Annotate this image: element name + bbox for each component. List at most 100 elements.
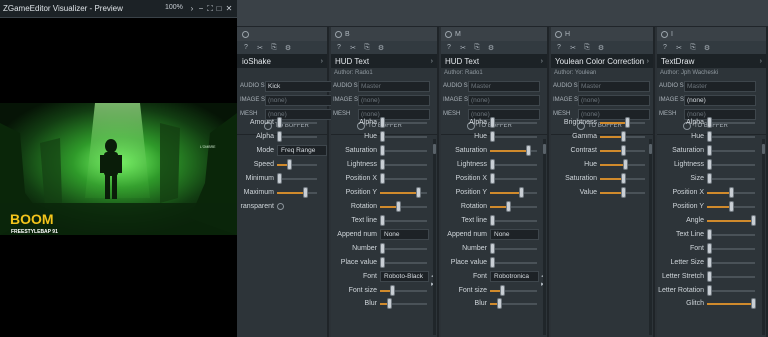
slider-track[interactable] <box>490 164 537 166</box>
slider-knob[interactable] <box>625 117 630 128</box>
panel-enable-toggle[interactable] <box>445 30 452 38</box>
slider-knob[interactable] <box>707 117 712 128</box>
slider-knob[interactable] <box>751 298 756 309</box>
slider-knob[interactable] <box>380 257 385 268</box>
slider-knob[interactable] <box>387 298 392 309</box>
slider-knob[interactable] <box>707 271 712 282</box>
slider-knob[interactable] <box>707 229 712 240</box>
settings-icon[interactable]: ⚙ <box>703 44 711 52</box>
copy-icon[interactable]: ⎘ <box>689 44 697 52</box>
slider-knob[interactable] <box>277 117 282 128</box>
help-icon[interactable]: ? <box>242 44 250 51</box>
scrollbar-thumb[interactable] <box>762 144 765 154</box>
slider-track[interactable] <box>277 178 317 180</box>
audio-src-select[interactable]: Master <box>684 80 756 92</box>
slider-knob[interactable] <box>497 298 502 309</box>
slider-knob[interactable] <box>500 285 505 296</box>
effect-selector[interactable]: TextDraw › <box>657 54 766 68</box>
effect-selector[interactable]: Youlean Color Correction › <box>551 54 653 68</box>
slider-track[interactable] <box>380 150 427 152</box>
slider-knob[interactable] <box>707 145 712 156</box>
slider-knob[interactable] <box>490 173 495 184</box>
slider-knob[interactable] <box>707 173 712 184</box>
slider-track[interactable] <box>490 122 537 124</box>
font-select[interactable]: Roboto-Black <box>380 271 429 282</box>
copy-icon[interactable]: ⎘ <box>363 44 371 52</box>
image-src-select[interactable]: (none) <box>358 94 430 106</box>
transparent-toggle[interactable] <box>277 203 284 210</box>
scrollbar-thumb[interactable] <box>649 144 652 154</box>
panel-tab[interactable]: B <box>331 27 437 41</box>
panel-enable-toggle[interactable] <box>661 30 668 38</box>
slider-knob[interactable] <box>380 131 385 142</box>
slider-knob[interactable] <box>490 215 495 226</box>
close-icon[interactable]: ✕ <box>224 3 234 14</box>
slider-track[interactable] <box>380 136 427 138</box>
zoom-level[interactable]: 100% <box>165 4 183 11</box>
slider-track[interactable] <box>707 262 755 264</box>
effect-selector[interactable]: HUD Text › <box>331 54 437 68</box>
copy-icon[interactable]: ⎘ <box>583 44 591 52</box>
slider-track[interactable] <box>380 122 427 124</box>
slider-track[interactable] <box>277 122 317 124</box>
settings-icon[interactable]: ⚙ <box>597 44 605 52</box>
image-src-select[interactable]: (none) <box>468 94 540 106</box>
cut-icon[interactable]: ✂ <box>349 44 357 52</box>
slider-knob[interactable] <box>490 159 495 170</box>
slider-track[interactable] <box>490 220 537 222</box>
panel-enable-toggle[interactable] <box>242 30 249 38</box>
settings-icon[interactable]: ⚙ <box>284 44 292 52</box>
slider-knob[interactable] <box>380 159 385 170</box>
panel-tab[interactable]: I <box>657 27 766 41</box>
slider-track[interactable] <box>707 178 755 180</box>
slider-knob[interactable] <box>729 187 734 198</box>
font-select[interactable]: Robotronica <box>490 271 539 282</box>
cut-icon[interactable]: ✂ <box>569 44 577 52</box>
slider-knob[interactable] <box>707 131 712 142</box>
slider-track[interactable] <box>380 262 427 264</box>
slider-knob[interactable] <box>277 131 282 142</box>
slider-track[interactable] <box>380 248 427 250</box>
slider-track[interactable] <box>380 164 427 166</box>
slider-track[interactable] <box>707 136 755 138</box>
slider-knob[interactable] <box>519 187 524 198</box>
slider-knob[interactable] <box>506 201 511 212</box>
slider-knob[interactable] <box>623 159 628 170</box>
cut-icon[interactable]: ✂ <box>459 44 467 52</box>
slider-knob[interactable] <box>416 187 421 198</box>
slider-knob[interactable] <box>490 131 495 142</box>
panel-enable-toggle[interactable] <box>335 30 342 38</box>
audio-src-select[interactable]: Master <box>578 80 650 92</box>
panel-scrollbar[interactable] <box>433 139 436 335</box>
help-icon[interactable]: ? <box>445 44 453 51</box>
panel-tab[interactable]: H <box>551 27 653 41</box>
slider-knob[interactable] <box>621 173 626 184</box>
slider-track[interactable] <box>707 122 755 124</box>
slider-knob[interactable] <box>621 145 626 156</box>
panel-enable-toggle[interactable] <box>555 30 562 38</box>
slider-track[interactable] <box>707 276 755 278</box>
slider-knob[interactable] <box>729 201 734 212</box>
slider-knob[interactable] <box>390 285 395 296</box>
slider-track[interactable] <box>490 248 537 250</box>
scrollbar-thumb[interactable] <box>543 144 546 154</box>
audio-src-select[interactable]: Master <box>468 80 540 92</box>
slider-knob[interactable] <box>707 257 712 268</box>
cut-icon[interactable]: ✂ <box>675 44 683 52</box>
help-icon[interactable]: ? <box>661 44 669 51</box>
audio-src-select[interactable]: Kick <box>265 80 337 92</box>
image-src-select[interactable]: (none) <box>578 94 650 106</box>
panel-tab[interactable]: M <box>441 27 547 41</box>
param-select[interactable]: None <box>490 229 539 240</box>
slider-track[interactable] <box>277 136 317 138</box>
slider-knob[interactable] <box>380 173 385 184</box>
settings-icon[interactable]: ⚙ <box>487 44 495 52</box>
slider-knob[interactable] <box>380 145 385 156</box>
image-src-select[interactable]: (none) <box>265 94 337 106</box>
help-icon[interactable]: ? <box>335 44 343 51</box>
slider-knob[interactable] <box>707 243 712 254</box>
panel-scrollbar[interactable] <box>649 139 652 335</box>
slider-track[interactable] <box>707 290 755 292</box>
slider-track[interactable] <box>490 178 537 180</box>
slider-knob[interactable] <box>396 201 401 212</box>
